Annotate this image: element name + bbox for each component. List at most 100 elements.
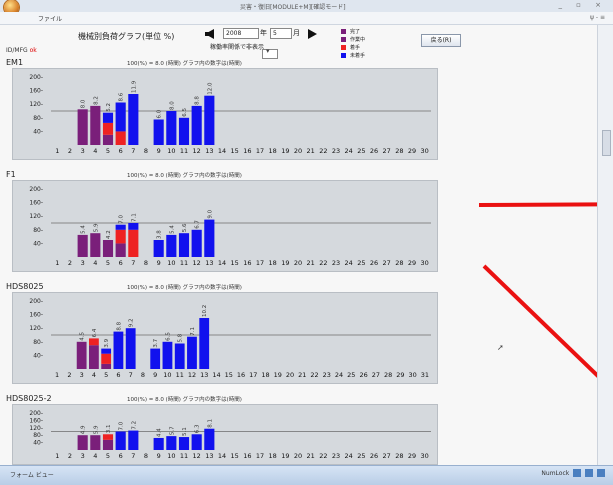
- bar-segment: [102, 122, 114, 135]
- x-tick-label: 12: [188, 371, 196, 379]
- status-tray: NumLock: [539, 469, 605, 477]
- x-tick-label: 22: [310, 371, 318, 379]
- x-tick-label: 30: [421, 452, 429, 460]
- x-tick-label: 2: [68, 452, 72, 460]
- legend-item: 完了: [341, 27, 365, 35]
- bar-segment: [153, 437, 164, 450]
- view-icon[interactable]: [573, 469, 582, 477]
- x-tick-label: 22: [319, 259, 327, 267]
- bar-value-label: 7.0: [119, 421, 125, 430]
- bar-value-label: 5.2: [106, 103, 112, 112]
- x-tick-label: 17: [256, 452, 264, 460]
- bar-segment: [191, 434, 202, 450]
- y-tick-label: 120-: [29, 325, 43, 332]
- x-tick-label: 17: [256, 259, 264, 267]
- bar-value-label: 6.4: [92, 328, 98, 337]
- x-tick-label: 27: [372, 371, 380, 379]
- y-tick-label: 40-: [33, 240, 43, 247]
- next-month-arrow-icon[interactable]: [308, 29, 317, 39]
- month-label: 月: [293, 29, 300, 37]
- x-tick-label: 20: [286, 371, 294, 379]
- back-button[interactable]: 戻る(R): [421, 34, 461, 47]
- month-input[interactable]: 5: [270, 28, 292, 39]
- x-tick-label: 16: [243, 452, 251, 460]
- x-tick-label: 16: [237, 371, 245, 379]
- x-tick-label: 19: [274, 371, 282, 379]
- x-tick-label: 30: [421, 259, 429, 267]
- x-tick-label: 1: [55, 371, 59, 379]
- bar-segment: [150, 348, 161, 369]
- bar-segment: [166, 436, 177, 450]
- bar-segment: [115, 224, 126, 230]
- chart-area: 40- 80- 120- 160- 200- 1 2 4.5 3 6.4 4 3.9 5 8.8 6 9.2 7…: [12, 292, 438, 384]
- bar-segment: [77, 109, 88, 145]
- legend: 完了 作業中 着手 未着手: [341, 27, 365, 59]
- x-tick-label: 30: [408, 371, 416, 379]
- scrollbar-thumb[interactable]: [602, 130, 611, 156]
- x-tick-label: 12: [193, 452, 201, 460]
- legend-swatch: [341, 36, 346, 42]
- sub-info: ID/MFG ok: [6, 47, 37, 54]
- bar-value-label: 8.8: [116, 321, 122, 330]
- bar-segment: [77, 435, 88, 450]
- x-tick-label: 8: [144, 147, 148, 155]
- y-tick-label: 120-: [29, 213, 43, 220]
- bar-value-label: 4.2: [106, 230, 112, 239]
- x-tick-label: 3: [81, 147, 85, 155]
- page-title: 機械別負荷グラフ(単位 %): [78, 32, 175, 41]
- menubar-right-controls[interactable]: ψ - ≡: [590, 14, 605, 21]
- x-tick-label: 23: [332, 259, 340, 267]
- vertical-scrollbar[interactable]: [597, 25, 613, 465]
- x-tick-label: 20: [294, 147, 302, 155]
- x-tick-label: 1: [55, 452, 59, 460]
- x-tick-label: 2: [68, 259, 72, 267]
- year-label: 年: [260, 29, 267, 37]
- x-tick-label: 29: [408, 147, 416, 155]
- red-annotation-line: [478, 202, 600, 207]
- bar-segment: [102, 240, 114, 257]
- prev-month-arrow-icon[interactable]: [205, 29, 214, 39]
- menubar: ファイル ψ - ≡: [0, 12, 613, 25]
- x-tick-label: 3: [81, 259, 85, 267]
- bar-segment: [102, 434, 114, 440]
- x-tick-label: 19: [281, 147, 289, 155]
- x-tick-label: 9: [157, 259, 161, 267]
- menu-file[interactable]: ファイル: [38, 14, 62, 23]
- x-tick-label: 19: [281, 259, 289, 267]
- bar-value-label: 4.5: [80, 332, 86, 341]
- bar-segment: [115, 102, 126, 132]
- view-icon[interactable]: [597, 469, 605, 477]
- bar-segment: [128, 430, 139, 450]
- y-tick-label: 80-: [33, 339, 43, 346]
- x-tick-label: 21: [307, 452, 315, 460]
- bar-value-label: 4.4: [157, 428, 163, 437]
- legend-swatch: [341, 28, 346, 34]
- bar-value-label: 8.6: [119, 92, 125, 101]
- x-tick-label: 5: [106, 259, 110, 267]
- x-tick-label: 31: [421, 371, 429, 379]
- window-controls[interactable]: _ ▫ ×: [558, 1, 607, 9]
- x-tick-label: 10: [163, 371, 171, 379]
- x-tick-label: 2: [68, 147, 72, 155]
- bar-segment: [89, 345, 99, 369]
- x-tick-label: 7: [129, 371, 133, 379]
- view-icon[interactable]: [585, 469, 594, 477]
- bar-segment: [113, 331, 124, 369]
- x-tick-label: 6: [119, 147, 123, 155]
- y-tick-label: 160-: [29, 417, 43, 424]
- sub-value: ok: [29, 47, 37, 54]
- bar-value-label: 9.2: [129, 318, 135, 327]
- y-tick-label: 160-: [29, 88, 43, 95]
- bar-segment: [174, 343, 185, 369]
- x-tick-label: 26: [370, 452, 378, 460]
- bar-value-label: 5.9: [93, 223, 99, 232]
- x-tick-label: 24: [345, 452, 353, 460]
- x-tick-label: 28: [395, 147, 403, 155]
- x-tick-label: 13: [205, 147, 213, 155]
- y-tick-label: 80-: [33, 432, 43, 439]
- year-input[interactable]: 2008: [223, 28, 259, 39]
- bar-segment: [191, 229, 202, 257]
- x-tick-label: 26: [370, 147, 378, 155]
- x-tick-label: 21: [307, 259, 315, 267]
- legend-item: 作業中: [341, 35, 365, 43]
